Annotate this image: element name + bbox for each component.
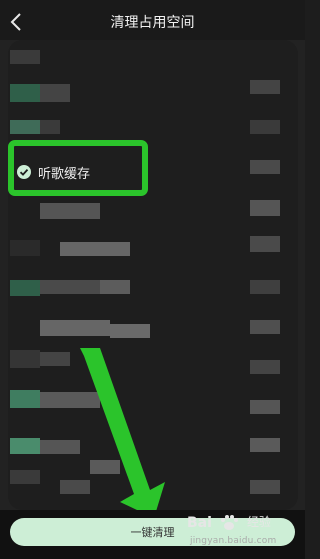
annotation-arrow-icon	[80, 348, 165, 518]
cache-item-label[interactable]: 听歌缓存	[38, 163, 90, 182]
watermark-url: jingyan.baidu.com	[190, 536, 277, 546]
page-title: 清理占用空间	[110, 15, 195, 31]
svg-text:Bai: Bai	[187, 515, 212, 531]
checkmark-icon[interactable]	[17, 165, 31, 179]
watermark-brand-suffix: 经验	[247, 515, 272, 529]
header-bar: 清理占用空间	[0, 0, 305, 44]
baidu-paw-icon: Bai	[187, 515, 238, 531]
